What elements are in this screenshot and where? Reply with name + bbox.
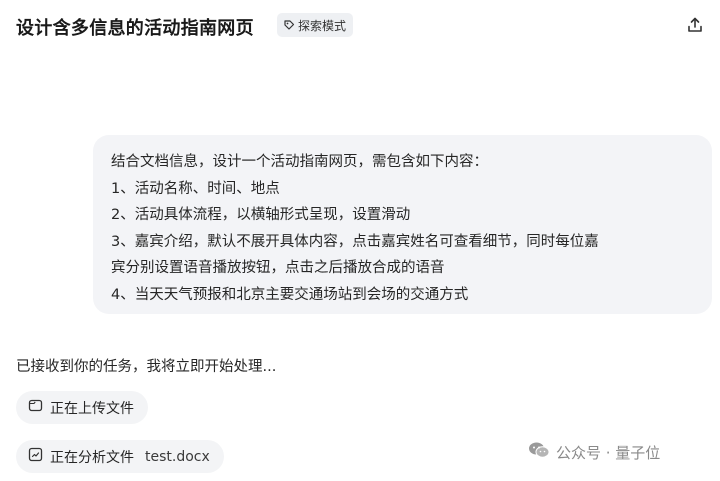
- user-message-line: 3、嘉宾介绍，默认不展开具体内容，点击嘉宾姓名可查看细节，同时每位嘉: [111, 233, 599, 250]
- header: 设计含多信息的活动指南网页 探索模式: [0, 0, 720, 52]
- share-icon[interactable]: [684, 14, 706, 36]
- upload-status-pill[interactable]: 正在上传文件: [16, 391, 148, 424]
- file-icon: [28, 398, 43, 417]
- watermark-text: 公众号 · 量子位: [556, 443, 661, 462]
- user-message-line: 4、当天天气预报和北京主要交通场站到会场的交通方式: [111, 286, 469, 303]
- mode-badge[interactable]: 探索模式: [277, 13, 354, 37]
- user-message-bubble: 结合文档信息，设计一个活动指南网页，需包含如下内容： 1、活动名称、时间、地点 …: [93, 135, 712, 314]
- analyze-status-label: 正在分析文件: [50, 449, 134, 466]
- user-message-line: 结合文档信息，设计一个活动指南网页，需包含如下内容：: [111, 154, 488, 170]
- assistant-reply: 已接收到你的任务，我将立即开始处理...: [16, 359, 277, 375]
- mode-label: 探索模式: [298, 18, 347, 33]
- user-message-line: 宾分别设置语音播放按钮，点击之后播放合成的语音: [111, 260, 445, 276]
- analyze-file-icon: [28, 447, 43, 466]
- analyze-status-pill[interactable]: 正在分析文件 test.docx: [16, 440, 224, 473]
- user-message-line: 2、活动具体流程，以横轴形式呈现，设置滑动: [111, 207, 411, 223]
- upload-status-label: 正在上传文件: [50, 400, 134, 417]
- wechat-icon: [528, 441, 550, 463]
- attached-filename: test.docx: [145, 448, 210, 465]
- watermark: 公众号 · 量子位: [528, 441, 660, 463]
- page-title: 设计含多信息的活动指南网页: [16, 18, 254, 39]
- tag-icon: [283, 19, 295, 31]
- user-message-line: 1、活动名称、时间、地点: [111, 180, 280, 197]
